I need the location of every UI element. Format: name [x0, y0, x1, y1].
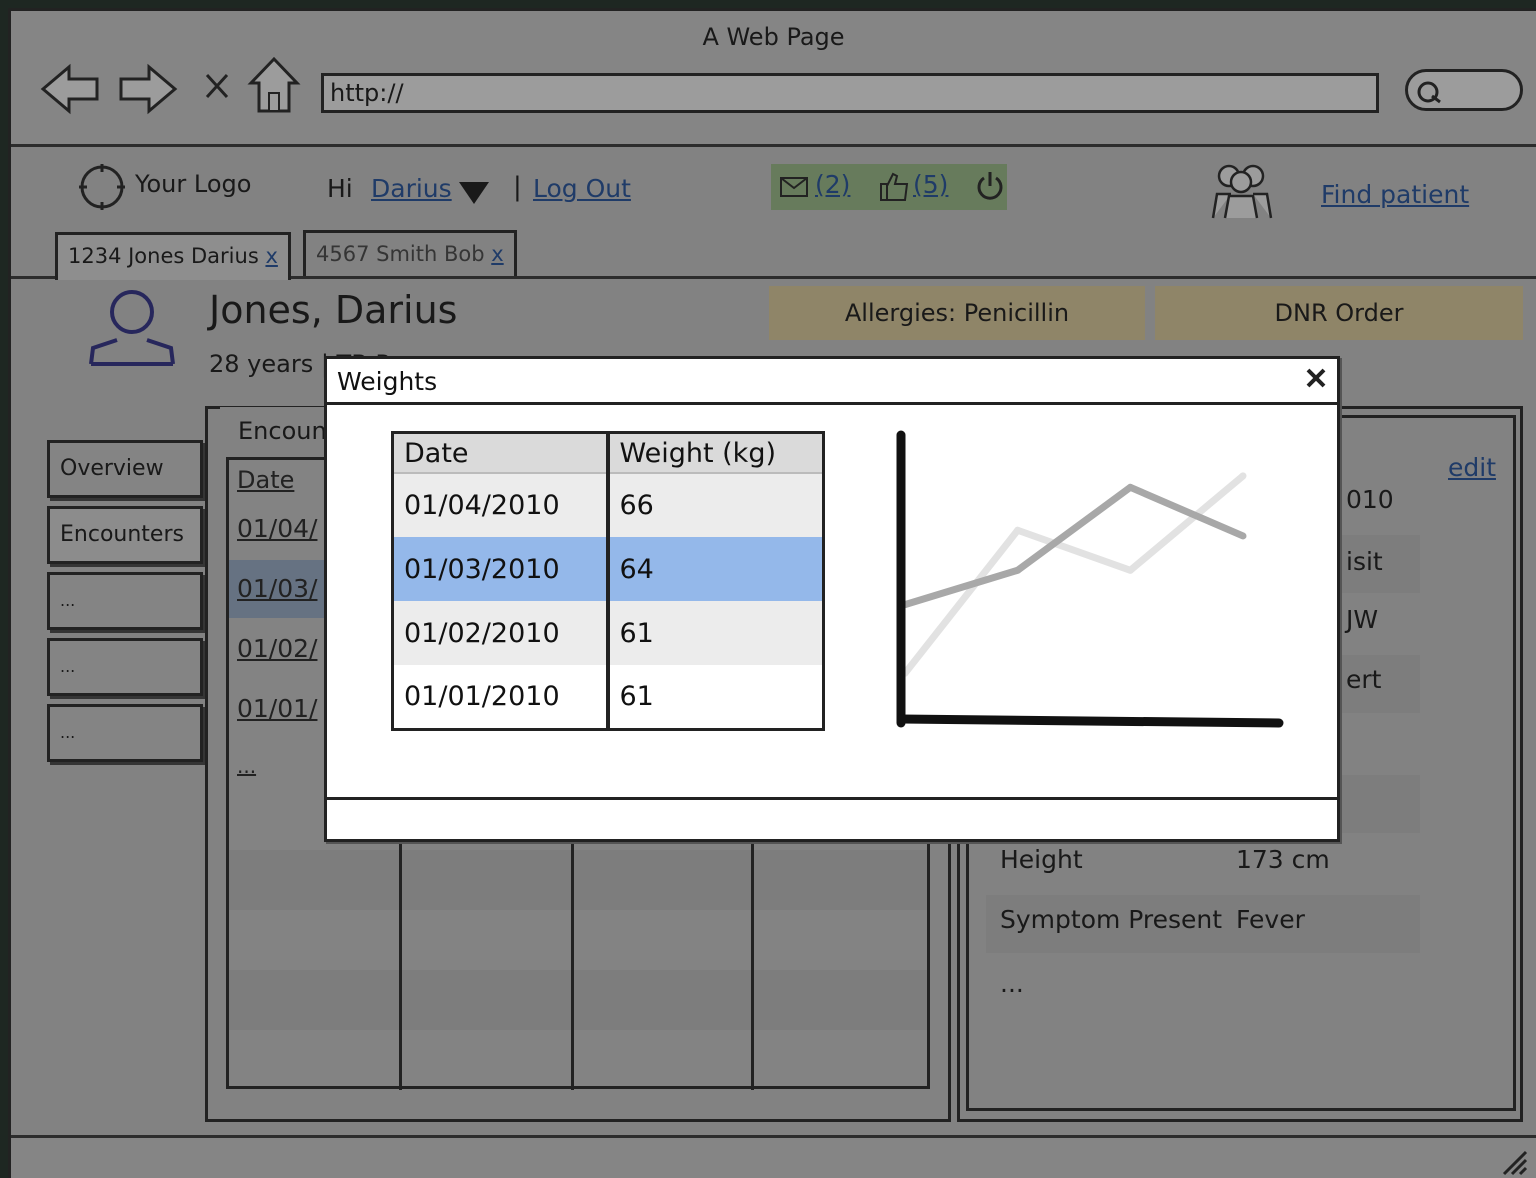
table-row[interactable]: 01/01/2010 61 — [392, 665, 824, 730]
chart-point — [1239, 532, 1247, 540]
weights-table: Date Weight (kg) 01/04/2010 66 01/03/201… — [391, 431, 825, 731]
weight-cell: 61 — [619, 681, 654, 713]
weight-cell: 61 — [607, 601, 824, 666]
chart-series-line — [902, 473, 1246, 676]
weight-cell: 64 — [607, 537, 824, 602]
weight-column-header[interactable]: Weight (kg) — [607, 432, 824, 475]
table-row[interactable]: 01/02/2010 61 — [392, 601, 824, 666]
table-header-row: Date Weight (kg) — [392, 432, 824, 475]
date-cell: 01/02/2010 — [392, 601, 610, 666]
chart-point — [1014, 566, 1022, 574]
chart-point — [1126, 566, 1134, 574]
table-row-selected[interactable]: 01/03/2010 64 — [392, 537, 824, 602]
dialog-title: Weights — [337, 367, 438, 396]
weights-dialog: Weights Date Weight (kg) 01/04/2010 66 0… — [324, 356, 1340, 842]
dialog-header: Weights — [327, 359, 1337, 405]
weight-cell: 66 — [607, 473, 824, 538]
chart-point — [1126, 483, 1134, 491]
date-cell: 01/01/2010 — [392, 665, 610, 730]
date-column-header[interactable]: Date — [392, 432, 610, 475]
x-axis — [896, 714, 1284, 728]
chart-series-line — [903, 483, 1245, 608]
chart-point — [1239, 472, 1247, 480]
close-x-icon[interactable] — [1305, 367, 1327, 389]
weights-chart — [896, 430, 1284, 728]
chart-point — [1014, 526, 1022, 534]
dialog-footer — [327, 797, 1337, 839]
date-cell: 01/04/2010 — [392, 473, 610, 538]
table-row[interactable]: 01/04/2010 66 — [392, 473, 824, 538]
date-cell: 01/03/2010 — [392, 537, 610, 602]
